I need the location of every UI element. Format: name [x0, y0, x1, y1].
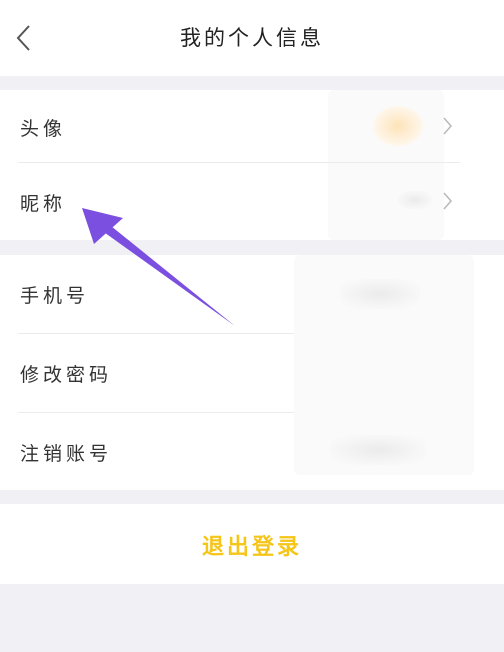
phone-value: [340, 279, 420, 309]
nickname-value: [398, 191, 432, 209]
chevron-right-icon: [443, 192, 453, 210]
cancel-account-row[interactable]: 注销账号: [0, 413, 504, 490]
nickname-row[interactable]: 昵称: [0, 163, 504, 240]
avatar-label: 头像: [20, 118, 67, 140]
phone-row[interactable]: 手机号: [0, 255, 504, 333]
avatar-row[interactable]: 头像: [0, 90, 504, 162]
chevron-right-icon: [443, 117, 453, 135]
cancel-account-label: 注销账号: [20, 443, 113, 465]
logout-section: 退出登录: [0, 504, 504, 584]
change-password-row[interactable]: 修改密码: [0, 334, 504, 412]
profile-section: 头像 昵称: [0, 90, 504, 240]
avatar: [373, 106, 423, 146]
cancel-account-value: [330, 435, 426, 465]
phone-label: 手机号: [20, 285, 90, 307]
page-title: 我的个人信息: [180, 26, 324, 50]
change-password-label: 修改密码: [20, 364, 113, 386]
account-section: 手机号 修改密码 注销账号: [0, 255, 504, 490]
nav-bar: 我的个人信息: [0, 0, 504, 76]
nickname-label: 昵称: [20, 193, 67, 215]
logout-button[interactable]: 退出登录: [0, 529, 504, 561]
